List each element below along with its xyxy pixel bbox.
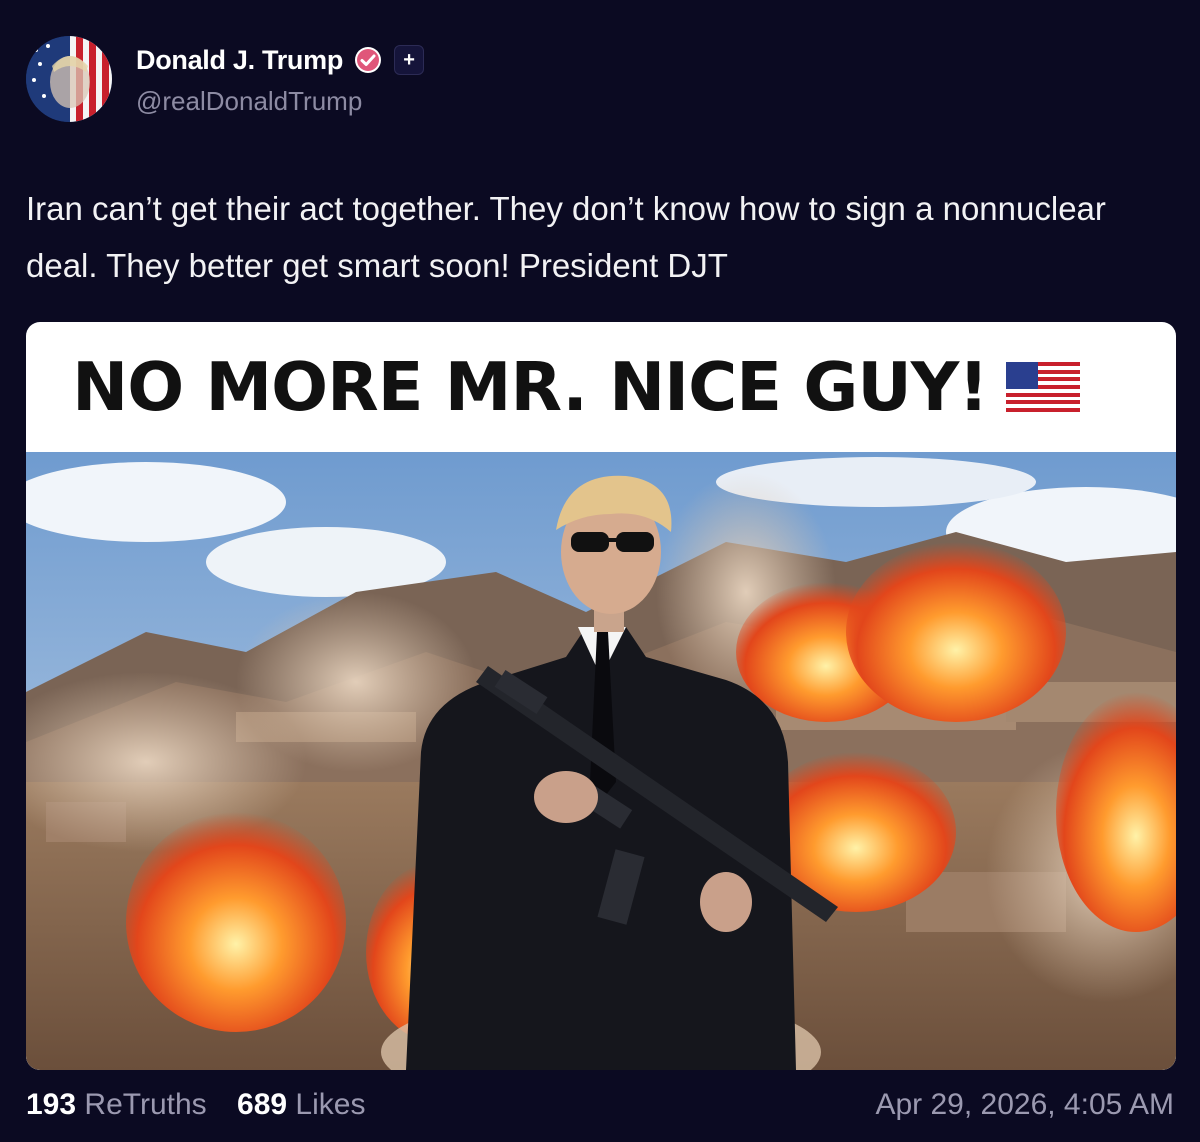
follow-button[interactable]: +	[394, 45, 425, 75]
retruths-label: ReTruths	[84, 1088, 207, 1121]
author-handle[interactable]: @realDonaldTrump	[136, 86, 424, 117]
author-display-name[interactable]: Donald J. Trump	[136, 45, 343, 76]
post-media[interactable]: NO MORE MR. NICE GUY!	[26, 322, 1176, 1070]
author-name-row: Donald J. Trump +	[136, 40, 425, 80]
avatar[interactable]	[26, 36, 112, 122]
post-text: Iran can’t get their act together. They …	[26, 190, 1106, 284]
likes-label: Likes	[295, 1088, 366, 1121]
plus-icon: +	[403, 49, 415, 71]
truth-post: Donald J. Trump + @realDonaldTrump Iran …	[0, 0, 1200, 1142]
media-headline-bar: NO MORE MR. NICE GUY!	[26, 322, 1176, 452]
retruths-stat[interactable]: 193 ReTruths	[26, 1088, 207, 1121]
retruths-count: 193	[26, 1088, 77, 1121]
avatar-flag-face-image	[26, 36, 112, 122]
likes-stat[interactable]: 689 Likes	[237, 1088, 365, 1121]
author-block: Donald J. Trump + @realDonaldTrump	[136, 40, 425, 117]
us-flag-emoji-icon	[1005, 362, 1080, 412]
likes-count: 689	[237, 1088, 288, 1121]
verified-badge-icon	[355, 47, 382, 73]
post-timestamp[interactable]: Apr 29, 2026, 4:05 AM	[875, 1088, 1174, 1122]
media-headline: NO MORE MR. NICE GUY!	[72, 348, 989, 426]
media-image	[26, 452, 1176, 1070]
post-stats: 193 ReTruths 689 Likes	[26, 1088, 387, 1122]
